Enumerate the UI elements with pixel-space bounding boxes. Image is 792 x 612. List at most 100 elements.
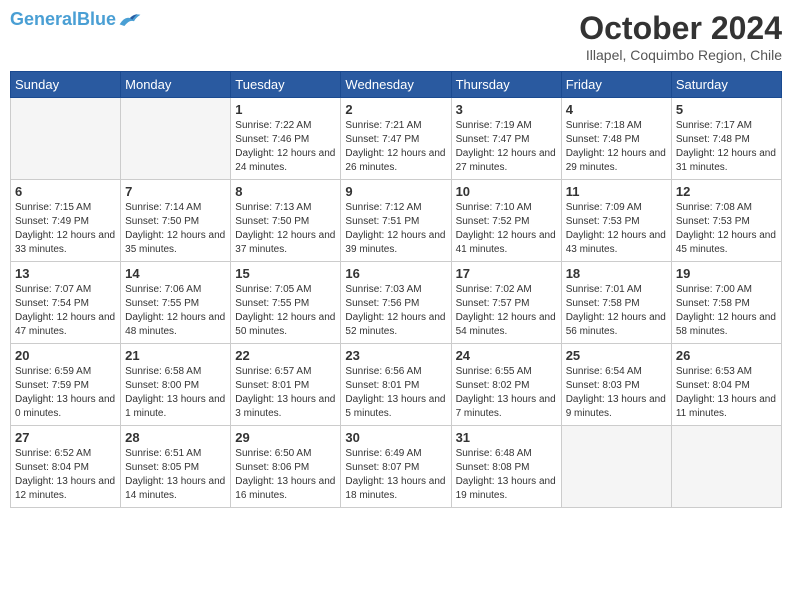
day-number: 10 — [456, 184, 557, 199]
week-row-1: 1 Sunrise: 7:22 AM Sunset: 7:46 PM Dayli… — [11, 98, 782, 180]
calendar-cell: 20 Sunrise: 6:59 AM Sunset: 7:59 PM Dayl… — [11, 344, 121, 426]
col-header-thursday: Thursday — [451, 72, 561, 98]
day-number: 22 — [235, 348, 336, 363]
calendar-cell: 28 Sunrise: 6:51 AM Sunset: 8:05 PM Dayl… — [121, 426, 231, 508]
calendar-cell: 22 Sunrise: 6:57 AM Sunset: 8:01 PM Dayl… — [231, 344, 341, 426]
week-row-5: 27 Sunrise: 6:52 AM Sunset: 8:04 PM Dayl… — [11, 426, 782, 508]
calendar-cell: 3 Sunrise: 7:19 AM Sunset: 7:47 PM Dayli… — [451, 98, 561, 180]
day-number: 13 — [15, 266, 116, 281]
day-info: Sunrise: 7:13 AM Sunset: 7:50 PM Dayligh… — [235, 201, 336, 257]
calendar-cell: 10 Sunrise: 7:10 AM Sunset: 7:52 PM Dayl… — [451, 180, 561, 262]
calendar-cell: 5 Sunrise: 7:17 AM Sunset: 7:48 PM Dayli… — [671, 98, 781, 180]
calendar-cell: 21 Sunrise: 6:58 AM Sunset: 8:00 PM Dayl… — [121, 344, 231, 426]
day-number: 19 — [676, 266, 777, 281]
day-info: Sunrise: 7:18 AM Sunset: 7:48 PM Dayligh… — [566, 119, 667, 175]
calendar-cell: 12 Sunrise: 7:08 AM Sunset: 7:53 PM Dayl… — [671, 180, 781, 262]
calendar-cell — [561, 426, 671, 508]
calendar-cell: 13 Sunrise: 7:07 AM Sunset: 7:54 PM Dayl… — [11, 262, 121, 344]
day-info: Sunrise: 7:17 AM Sunset: 7:48 PM Dayligh… — [676, 119, 777, 175]
day-info: Sunrise: 6:49 AM Sunset: 8:07 PM Dayligh… — [345, 447, 446, 503]
calendar-cell — [121, 98, 231, 180]
day-number: 2 — [345, 102, 446, 117]
day-number: 16 — [345, 266, 446, 281]
col-header-monday: Monday — [121, 72, 231, 98]
day-number: 6 — [15, 184, 116, 199]
day-info: Sunrise: 6:52 AM Sunset: 8:04 PM Dayligh… — [15, 447, 116, 503]
calendar-cell: 2 Sunrise: 7:21 AM Sunset: 7:47 PM Dayli… — [341, 98, 451, 180]
calendar-cell: 15 Sunrise: 7:05 AM Sunset: 7:55 PM Dayl… — [231, 262, 341, 344]
day-number: 11 — [566, 184, 667, 199]
calendar-table: SundayMondayTuesdayWednesdayThursdayFrid… — [10, 71, 782, 508]
col-header-saturday: Saturday — [671, 72, 781, 98]
week-row-4: 20 Sunrise: 6:59 AM Sunset: 7:59 PM Dayl… — [11, 344, 782, 426]
page-header: GeneralBlue October 2024 Illapel, Coquim… — [10, 10, 782, 63]
day-info: Sunrise: 7:12 AM Sunset: 7:51 PM Dayligh… — [345, 201, 446, 257]
logo-blue: Blue — [77, 9, 116, 29]
calendar-cell: 11 Sunrise: 7:09 AM Sunset: 7:53 PM Dayl… — [561, 180, 671, 262]
day-number: 20 — [15, 348, 116, 363]
day-info: Sunrise: 7:05 AM Sunset: 7:55 PM Dayligh… — [235, 283, 336, 339]
calendar-cell: 6 Sunrise: 7:15 AM Sunset: 7:49 PM Dayli… — [11, 180, 121, 262]
day-info: Sunrise: 7:02 AM Sunset: 7:57 PM Dayligh… — [456, 283, 557, 339]
col-header-friday: Friday — [561, 72, 671, 98]
calendar-cell: 25 Sunrise: 6:54 AM Sunset: 8:03 PM Dayl… — [561, 344, 671, 426]
calendar-cell: 8 Sunrise: 7:13 AM Sunset: 7:50 PM Dayli… — [231, 180, 341, 262]
calendar-cell: 7 Sunrise: 7:14 AM Sunset: 7:50 PM Dayli… — [121, 180, 231, 262]
day-number: 3 — [456, 102, 557, 117]
week-row-3: 13 Sunrise: 7:07 AM Sunset: 7:54 PM Dayl… — [11, 262, 782, 344]
day-number: 12 — [676, 184, 777, 199]
day-number: 31 — [456, 430, 557, 445]
day-number: 28 — [125, 430, 226, 445]
logo: GeneralBlue — [10, 10, 142, 30]
week-row-2: 6 Sunrise: 7:15 AM Sunset: 7:49 PM Dayli… — [11, 180, 782, 262]
day-info: Sunrise: 7:09 AM Sunset: 7:53 PM Dayligh… — [566, 201, 667, 257]
calendar-cell: 17 Sunrise: 7:02 AM Sunset: 7:57 PM Dayl… — [451, 262, 561, 344]
day-info: Sunrise: 7:22 AM Sunset: 7:46 PM Dayligh… — [235, 119, 336, 175]
day-info: Sunrise: 6:57 AM Sunset: 8:01 PM Dayligh… — [235, 365, 336, 421]
day-number: 4 — [566, 102, 667, 117]
calendar-cell: 23 Sunrise: 6:56 AM Sunset: 8:01 PM Dayl… — [341, 344, 451, 426]
calendar-cell: 30 Sunrise: 6:49 AM Sunset: 8:07 PM Dayl… — [341, 426, 451, 508]
day-info: Sunrise: 7:03 AM Sunset: 7:56 PM Dayligh… — [345, 283, 446, 339]
calendar-cell: 24 Sunrise: 6:55 AM Sunset: 8:02 PM Dayl… — [451, 344, 561, 426]
day-number: 9 — [345, 184, 446, 199]
day-info: Sunrise: 6:51 AM Sunset: 8:05 PM Dayligh… — [125, 447, 226, 503]
day-number: 18 — [566, 266, 667, 281]
calendar-cell: 31 Sunrise: 6:48 AM Sunset: 8:08 PM Dayl… — [451, 426, 561, 508]
day-info: Sunrise: 7:15 AM Sunset: 7:49 PM Dayligh… — [15, 201, 116, 257]
day-number: 15 — [235, 266, 336, 281]
logo-general: General — [10, 9, 77, 29]
day-number: 14 — [125, 266, 226, 281]
day-info: Sunrise: 7:10 AM Sunset: 7:52 PM Dayligh… — [456, 201, 557, 257]
month-year: October 2024 — [579, 10, 782, 47]
calendar-cell: 27 Sunrise: 6:52 AM Sunset: 8:04 PM Dayl… — [11, 426, 121, 508]
calendar-cell: 19 Sunrise: 7:00 AM Sunset: 7:58 PM Dayl… — [671, 262, 781, 344]
day-info: Sunrise: 6:55 AM Sunset: 8:02 PM Dayligh… — [456, 365, 557, 421]
calendar-cell: 18 Sunrise: 7:01 AM Sunset: 7:58 PM Dayl… — [561, 262, 671, 344]
calendar-cell: 26 Sunrise: 6:53 AM Sunset: 8:04 PM Dayl… — [671, 344, 781, 426]
day-info: Sunrise: 7:19 AM Sunset: 7:47 PM Dayligh… — [456, 119, 557, 175]
day-info: Sunrise: 6:50 AM Sunset: 8:06 PM Dayligh… — [235, 447, 336, 503]
day-info: Sunrise: 7:07 AM Sunset: 7:54 PM Dayligh… — [15, 283, 116, 339]
day-number: 23 — [345, 348, 446, 363]
day-number: 21 — [125, 348, 226, 363]
day-info: Sunrise: 6:48 AM Sunset: 8:08 PM Dayligh… — [456, 447, 557, 503]
day-info: Sunrise: 7:01 AM Sunset: 7:58 PM Dayligh… — [566, 283, 667, 339]
day-number: 8 — [235, 184, 336, 199]
day-number: 24 — [456, 348, 557, 363]
title-block: October 2024 Illapel, Coquimbo Region, C… — [579, 10, 782, 63]
calendar-header-row: SundayMondayTuesdayWednesdayThursdayFrid… — [11, 72, 782, 98]
day-info: Sunrise: 6:56 AM Sunset: 8:01 PM Dayligh… — [345, 365, 446, 421]
calendar-cell — [11, 98, 121, 180]
day-number: 26 — [676, 348, 777, 363]
day-number: 17 — [456, 266, 557, 281]
day-number: 29 — [235, 430, 336, 445]
location: Illapel, Coquimbo Region, Chile — [579, 47, 782, 63]
calendar-cell: 16 Sunrise: 7:03 AM Sunset: 7:56 PM Dayl… — [341, 262, 451, 344]
calendar-cell: 29 Sunrise: 6:50 AM Sunset: 8:06 PM Dayl… — [231, 426, 341, 508]
day-number: 27 — [15, 430, 116, 445]
logo-bird-icon — [118, 10, 142, 30]
day-info: Sunrise: 7:08 AM Sunset: 7:53 PM Dayligh… — [676, 201, 777, 257]
day-number: 25 — [566, 348, 667, 363]
day-number: 1 — [235, 102, 336, 117]
